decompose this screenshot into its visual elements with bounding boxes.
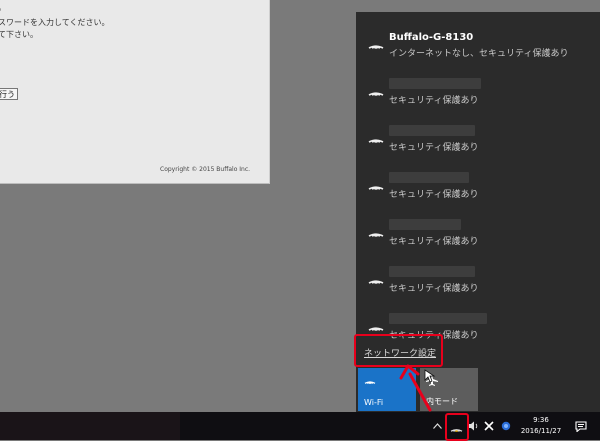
wifi-signal-icon (368, 186, 384, 190)
wifi-signal-icon (368, 280, 384, 284)
network-status: セキュリティ保護あり (389, 284, 479, 294)
network-item[interactable]: セキュリティ保護あり (356, 64, 600, 114)
network-item[interactable]: セキュリティ保護あり (356, 111, 600, 161)
network-status: セキュリティ保護あり (389, 190, 479, 200)
browser-text-line-2: スワードを入力してください。 (0, 18, 110, 27)
wifi-signal-icon (368, 233, 384, 237)
network-item-buffalo[interactable]: Buffalo-G-8130 インターネットなし、セキュリティ保護あり (356, 17, 600, 67)
network-status: セキュリティ保護あり (389, 143, 479, 153)
app-tray-icon[interactable] (498, 412, 514, 440)
clock-time: 9:36 (533, 416, 549, 424)
redacted-network-name (389, 172, 469, 183)
browser-window-fragment: 。 スワードを入力してください。 て下さい。 行う Copyright © 20… (0, 0, 270, 184)
network-name: Buffalo-G-8130 (389, 32, 474, 43)
redacted-network-name (389, 313, 487, 324)
redacted-network-name (389, 266, 475, 277)
taskbar: 9:36 2016/11/27 (0, 412, 600, 441)
copyright-text: Copyright © 2015 Buffalo Inc. (160, 166, 251, 173)
network-status: インターネットなし、セキュリティ保護あり (389, 49, 569, 59)
clock[interactable]: 9:36 2016/11/27 (515, 415, 567, 437)
browser-submit-button[interactable]: 行う (0, 88, 18, 100)
clock-date: 2016/11/27 (520, 427, 562, 435)
browser-text-line-1: 。 (0, 2, 6, 13)
close-x-icon[interactable] (481, 412, 497, 440)
wifi-signal-icon (368, 327, 384, 331)
action-center-icon[interactable] (572, 412, 590, 440)
network-status: セキュリティ保護あり (389, 96, 479, 106)
highlight-box-network-settings (354, 334, 443, 367)
wifi-signal-icon (368, 45, 384, 49)
volume-icon[interactable] (465, 412, 481, 440)
taskbar-background (0, 412, 180, 440)
network-item[interactable]: セキュリティ保護あり (356, 158, 600, 208)
wifi-signal-icon (368, 92, 384, 96)
network-status: セキュリティ保護あり (389, 237, 479, 247)
mouse-cursor-icon (424, 369, 436, 383)
network-item[interactable]: セキュリティ保護あり (356, 205, 600, 255)
network-item[interactable]: セキュリティ保護あり (356, 252, 600, 302)
wifi-tile-label: Wi-Fi (364, 398, 384, 407)
redacted-network-name (389, 125, 475, 136)
wifi-icon (364, 381, 376, 384)
redacted-network-name (389, 219, 461, 230)
chevron-up-icon[interactable] (430, 412, 444, 440)
redacted-network-name (389, 78, 481, 89)
browser-text-line-3: て下さい。 (0, 30, 38, 39)
network-flyout: Buffalo-G-8130 インターネットなし、セキュリティ保護あり セキュリ… (354, 12, 600, 412)
wifi-signal-icon (368, 139, 384, 143)
